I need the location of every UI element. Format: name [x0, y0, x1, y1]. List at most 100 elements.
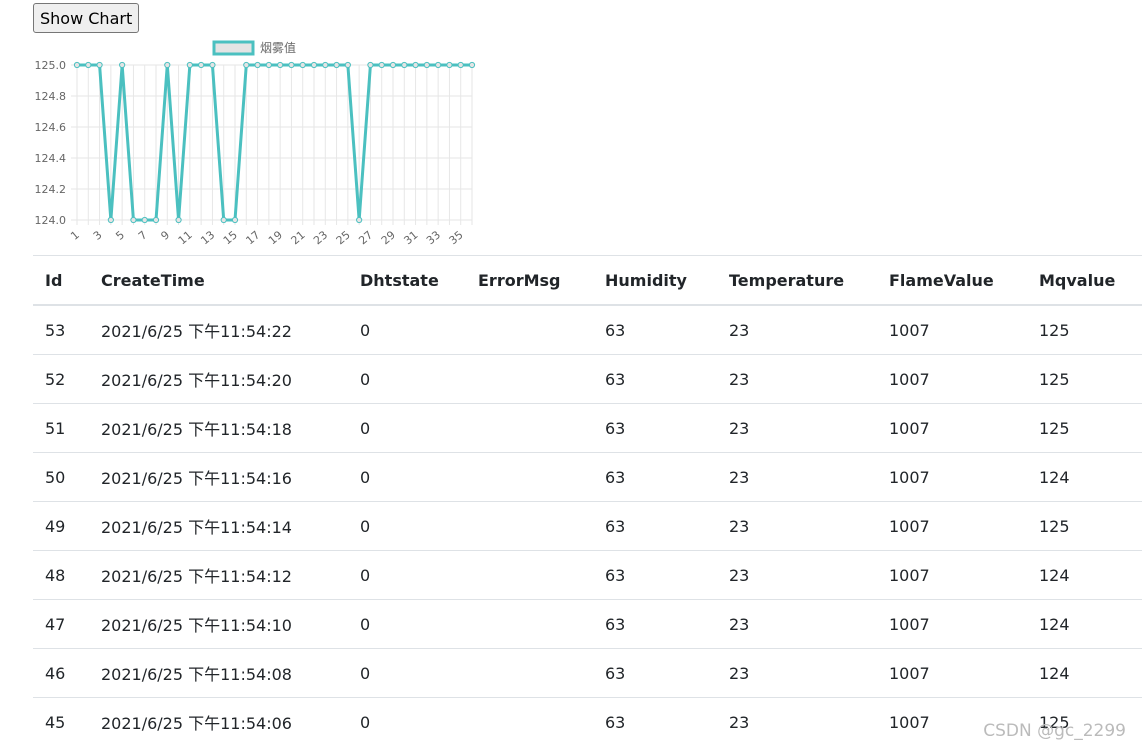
cell-dhtstate: 0 — [348, 403, 466, 453]
cell-temperature: 23 — [717, 452, 877, 502]
data-point — [73, 61, 81, 69]
data-point — [423, 61, 430, 69]
data-point — [435, 61, 442, 69]
cell-temperature: 23 — [717, 403, 877, 453]
x-tick-label: 5 — [113, 228, 127, 242]
cell-humidity: 63 — [593, 403, 717, 453]
table-header-row: Id CreateTime Dhtstate ErrorMsg Humidity Temp… — [33, 255, 1142, 306]
cell-errormsg — [466, 550, 593, 600]
x-tick-label: 31 — [401, 228, 420, 247]
x-tick-label: 29 — [379, 228, 398, 247]
column-header-id: Id — [33, 255, 89, 306]
cell-flamevalue: 1007 — [877, 304, 1027, 355]
data-point — [389, 61, 397, 69]
cell-createtime: 2021/6/25 下午11:54:20 — [89, 354, 348, 404]
data-point — [277, 61, 284, 69]
data-point — [175, 216, 182, 224]
show-chart-button[interactable]: Show Chart — [33, 3, 140, 33]
column-header-errormsg: ErrorMsg — [466, 255, 593, 306]
cell-errormsg — [466, 501, 593, 551]
data-point — [322, 61, 329, 69]
y-tick-label: 124.8 — [35, 90, 67, 103]
series-line — [77, 63, 472, 222]
x-tick-label: 3 — [91, 228, 105, 242]
cell-temperature: 23 — [717, 599, 877, 649]
y-tick-label: 125.0 — [35, 59, 67, 72]
cell-id: 51 — [33, 403, 89, 453]
cell-errormsg — [466, 304, 593, 355]
cell-createtime: 2021/6/25 下午11:54:08 — [89, 648, 348, 698]
cell-dhtstate: 0 — [348, 304, 466, 355]
cell-dhtstate: 0 — [348, 501, 466, 551]
cell-flamevalue: 1007 — [877, 403, 1027, 453]
x-tick-label: 19 — [266, 228, 285, 247]
data-point — [367, 61, 374, 69]
column-header-createtime: CreateTime — [89, 255, 348, 306]
data-point — [457, 61, 464, 69]
cell-id: 52 — [33, 354, 89, 404]
table-row: 46 2021/6/25 下午11:54:08 0 63 23 1007 124 — [33, 648, 1142, 698]
data-point — [356, 216, 363, 224]
cell-createtime: 2021/6/25 下午11:54:10 — [89, 599, 348, 649]
cell-flamevalue: 1007 — [877, 452, 1027, 502]
table-row: 53 2021/6/25 下午11:54:22 0 63 23 1007 125 — [33, 304, 1142, 355]
cell-createtime: 2021/6/25 下午11:54:06 — [89, 697, 348, 746]
data-point — [107, 216, 114, 224]
x-tick-label: 9 — [158, 228, 172, 242]
x-tick-label: 7 — [136, 228, 150, 242]
cell-humidity: 63 — [593, 304, 717, 355]
cell-temperature: 23 — [717, 354, 877, 404]
cell-id: 49 — [33, 501, 89, 551]
cell-humidity: 63 — [593, 550, 717, 600]
cell-dhtstate: 0 — [348, 550, 466, 600]
cell-mqvalue: 125 — [1027, 304, 1142, 355]
x-tick-label: 15 — [221, 228, 240, 247]
data-point — [119, 61, 126, 69]
cell-dhtstate: 0 — [348, 648, 466, 698]
data-point — [164, 61, 171, 69]
data-point — [130, 216, 137, 224]
smoke-line-chart: 125.0124.8124.6124.4124.2124.01 3 5 7 9 11 13 1… — [35, 40, 476, 247]
cell-dhtstate: 0 — [348, 452, 466, 502]
data-point — [96, 61, 103, 69]
cell-createtime: 2021/6/25 下午11:54:14 — [89, 501, 348, 551]
data-point — [401, 61, 408, 69]
table-row: 49 2021/6/25 下午11:54:14 0 63 23 1007 125 — [33, 501, 1142, 551]
cell-humidity: 63 — [593, 648, 717, 698]
data-point — [265, 61, 272, 69]
column-header-dhtstate: Dhtstate — [348, 255, 466, 306]
cell-humidity: 63 — [593, 452, 717, 502]
cell-mqvalue: 124 — [1027, 599, 1142, 649]
cell-dhtstate: 0 — [348, 354, 466, 404]
x-tick-label: 23 — [311, 228, 330, 247]
data-point — [446, 61, 453, 69]
cell-id: 45 — [33, 697, 89, 746]
y-tick-label: 124.0 — [35, 214, 67, 227]
column-header-flamevalue: FlameValue — [877, 255, 1027, 306]
y-tick-label: 124.4 — [35, 152, 67, 165]
x-tick-label: 33 — [424, 228, 443, 247]
x-tick-label: 21 — [289, 228, 308, 247]
cell-mqvalue: 124 — [1027, 550, 1142, 600]
cell-dhtstate: 0 — [348, 599, 466, 649]
cell-errormsg — [466, 403, 593, 453]
x-tick-label: 1 — [68, 228, 82, 242]
table-row: 45 2021/6/25 下午11:54:06 0 63 23 1007 125 — [33, 697, 1142, 746]
cell-flamevalue: 1007 — [877, 550, 1027, 600]
cell-dhtstate: 0 — [348, 697, 466, 746]
cell-humidity: 63 — [593, 501, 717, 551]
data-point — [288, 61, 295, 69]
cell-flamevalue: 1007 — [877, 648, 1027, 698]
column-header-mqvalue: Mqvalue — [1027, 255, 1142, 306]
data-point — [220, 216, 227, 224]
cell-mqvalue: 125 — [1027, 354, 1142, 404]
table-row: 50 2021/6/25 下午11:54:16 0 63 23 1007 124 — [33, 452, 1142, 502]
cell-errormsg — [466, 599, 593, 649]
data-point — [85, 61, 92, 69]
data-point — [231, 216, 239, 224]
cell-temperature: 23 — [717, 550, 877, 600]
cell-temperature: 23 — [717, 648, 877, 698]
y-tick-label: 124.6 — [35, 121, 67, 134]
y-tick-label: 124.2 — [35, 183, 67, 196]
data-point — [141, 216, 148, 224]
